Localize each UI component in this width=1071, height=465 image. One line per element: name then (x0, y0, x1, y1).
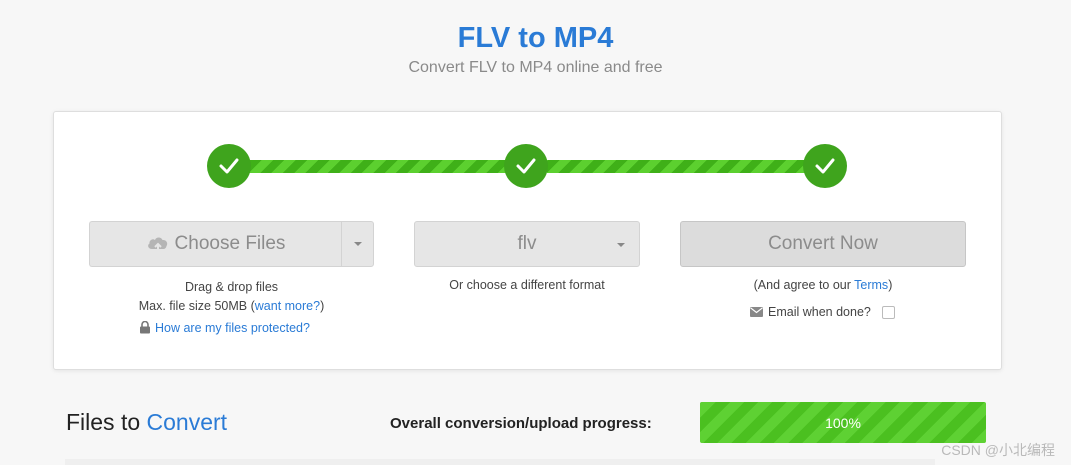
step-1-complete (207, 144, 251, 188)
page-title: FLV to MP4 (457, 22, 614, 54)
overall-progress-bar: 100% (700, 402, 986, 443)
chevron-down-icon (353, 242, 362, 246)
files-heading-part1: Files to (66, 409, 141, 435)
files-protected-row: How are my files protected? (139, 320, 310, 335)
convert-now-button[interactable]: Convert Now (680, 221, 966, 267)
files-to-convert-heading: Files to Convert (66, 409, 227, 436)
email-when-done-checkbox[interactable] (882, 306, 896, 320)
max-size-text: Max. file size 50MB ( (138, 299, 255, 313)
step-connector-1 (249, 160, 509, 173)
drag-drop-hint: Drag & drop files (184, 280, 279, 294)
files-protected-link[interactable]: How are my files protected? (155, 321, 310, 335)
step-3-complete (803, 144, 847, 188)
terms-link[interactable]: Terms (854, 278, 888, 292)
choose-files-button[interactable]: Choose Files (89, 221, 341, 267)
format-hint: Or choose a different format (449, 278, 605, 292)
upload-hint: Drag & drop files Max. file size 50MB (w… (89, 278, 374, 316)
email-when-done-row: Email when done? (750, 305, 896, 320)
agree-suffix: ) (888, 278, 893, 292)
page-subtitle: Convert FLV to MP4 online and free (408, 59, 663, 76)
lock-icon (140, 320, 150, 334)
overall-progress-label: Overall conversion/upload progress: (390, 415, 652, 432)
chevron-down-icon (617, 243, 625, 247)
email-when-done-label: Email when done? (768, 305, 871, 319)
checkmark-icon (516, 158, 536, 174)
format-select[interactable]: flv (414, 221, 640, 267)
overall-progress-text: 100% (825, 414, 861, 431)
watermark-text: CSDN @小北编程 (941, 442, 1055, 458)
files-heading-part2: Convert (146, 409, 228, 435)
envelope-icon (750, 307, 763, 317)
step-connector-2 (547, 160, 807, 173)
terms-agree-text: (And agree to our Terms) (680, 278, 966, 292)
choose-files-label: Choose Files (174, 233, 286, 254)
max-size-hint: Max. file size 50MB (want more?) (89, 297, 374, 316)
max-size-close: ) (320, 299, 325, 313)
cloud-upload-icon (147, 237, 167, 253)
step-2-complete (504, 144, 548, 188)
checkmark-icon (219, 158, 239, 174)
want-more-link[interactable]: want more? (255, 299, 320, 313)
choose-files-dropdown-button[interactable] (341, 221, 374, 267)
file-list-placeholder (65, 459, 935, 465)
agree-prefix: (And agree to our (753, 278, 855, 292)
format-select-value: flv (517, 233, 537, 254)
converter-card: Choose Files Drag & drop files Max. file… (53, 111, 1002, 370)
checkmark-icon (815, 158, 835, 174)
